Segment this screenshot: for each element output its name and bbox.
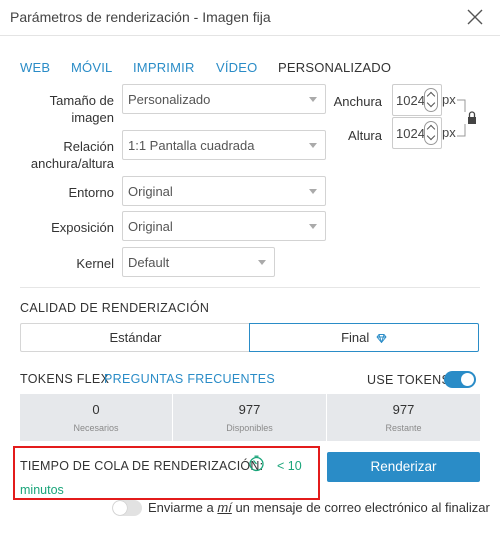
use-tokens-toggle[interactable] [444, 371, 476, 388]
height-value: 1024 [396, 126, 425, 141]
queue-time-unit: minutos [20, 483, 64, 497]
tab-imprimir[interactable]: IMPRIMIR [133, 60, 195, 75]
kernel-label: Kernel [76, 256, 114, 271]
exposure-value: Original [128, 219, 173, 234]
quality-standard-button[interactable]: Estándar [20, 323, 250, 352]
height-input[interactable]: 1024 [392, 117, 442, 149]
email-notify-text-emph: mí [217, 500, 232, 515]
chevron-down-icon [309, 224, 317, 229]
dialog-title: Parámetros de renderización - Imagen fij… [10, 9, 271, 25]
divider [20, 287, 480, 288]
chevron-down-icon [309, 143, 317, 148]
email-notify-text-after: un mensaje de correo electrónico al fina… [235, 500, 490, 515]
email-notify-text: Enviarme a mí un mensaje de correo elect… [148, 500, 490, 515]
height-stepper[interactable] [424, 121, 438, 145]
image-size-value: Personalizado [128, 92, 211, 107]
aspect-select[interactable]: 1:1 Pantalla cuadrada [122, 130, 326, 160]
timer-icon [249, 455, 264, 472]
image-size-select[interactable]: Personalizado [122, 84, 326, 114]
width-value: 1024 [396, 93, 425, 108]
tokens-label: TOKENS FLEX [20, 372, 110, 386]
width-unit: px [442, 92, 456, 107]
use-tokens-label: USE TOKENS [367, 373, 451, 387]
tab-personalizado[interactable]: PERSONALIZADO [278, 60, 391, 75]
diamond-icon [376, 334, 387, 345]
image-size-label-line2: imagen [71, 110, 114, 125]
queue-time-value: < 10 [277, 459, 302, 473]
quality-standard-label: Estándar [109, 330, 162, 345]
width-input[interactable]: 1024 [392, 84, 442, 116]
width-stepper[interactable] [424, 88, 438, 112]
kernel-select[interactable]: Default [122, 247, 275, 277]
faq-link[interactable]: PREGUNTAS FRECUENTES [104, 372, 275, 386]
environment-value: Original [128, 184, 173, 199]
exposure-select[interactable]: Original [122, 211, 326, 241]
kernel-value: Default [128, 255, 170, 270]
chevron-down-icon [309, 189, 317, 194]
tokens-required-cell: 0 Necesarios [20, 394, 172, 441]
chevron-down-icon [309, 97, 317, 102]
render-button[interactable]: Renderizar [327, 452, 480, 482]
tokens-available-value: 977 [238, 402, 261, 417]
tab-video[interactable]: VÍDEO [216, 60, 257, 75]
tokens-remaining-cell: 977 Restante [327, 394, 480, 441]
quality-final-button[interactable]: Final [249, 323, 479, 352]
quality-label: CALIDAD DE RENDERIZACIÓN [20, 301, 210, 315]
email-notify-text-before: Enviarme a [148, 500, 214, 515]
height-label: Altura [348, 128, 382, 143]
aspect-label-line2: anchura/altura [30, 156, 114, 171]
tokens-required-value: 0 [92, 402, 100, 417]
exposure-label: Exposición [51, 220, 114, 235]
aspect-label: Relación anchura/altura [20, 138, 114, 172]
height-unit: px [442, 125, 456, 140]
tab-web[interactable]: WEB [20, 60, 50, 75]
chevron-down-icon [258, 260, 266, 265]
image-size-label: Tamaño de imagen [20, 92, 114, 126]
aspect-label-line1: Relación [63, 139, 114, 154]
width-label: Anchura [333, 94, 382, 109]
aspect-value: 1:1 Pantalla cuadrada [128, 138, 255, 153]
environment-select[interactable]: Original [122, 176, 326, 206]
title-bar: Parámetros de renderización - Imagen fij… [0, 0, 500, 36]
tokens-remaining-value: 977 [392, 402, 415, 417]
close-icon[interactable] [466, 8, 484, 26]
environment-label: Entorno [68, 185, 114, 200]
tokens-available-cell: 977 Disponibles [173, 394, 326, 441]
tokens-remaining-caption: Restante [385, 423, 422, 433]
tokens-required-caption: Necesarios [73, 423, 119, 433]
lock-icon[interactable] [455, 96, 477, 140]
image-size-label-line1: Tamaño de [49, 93, 114, 108]
queue-time-label: TIEMPO DE COLA DE RENDERIZACIÓN: [20, 459, 264, 473]
tokens-available-caption: Disponibles [226, 423, 273, 433]
quality-final-label: Final [341, 330, 370, 345]
tab-movil[interactable]: MÓVIL [71, 60, 112, 75]
email-notify-toggle[interactable] [112, 500, 142, 516]
